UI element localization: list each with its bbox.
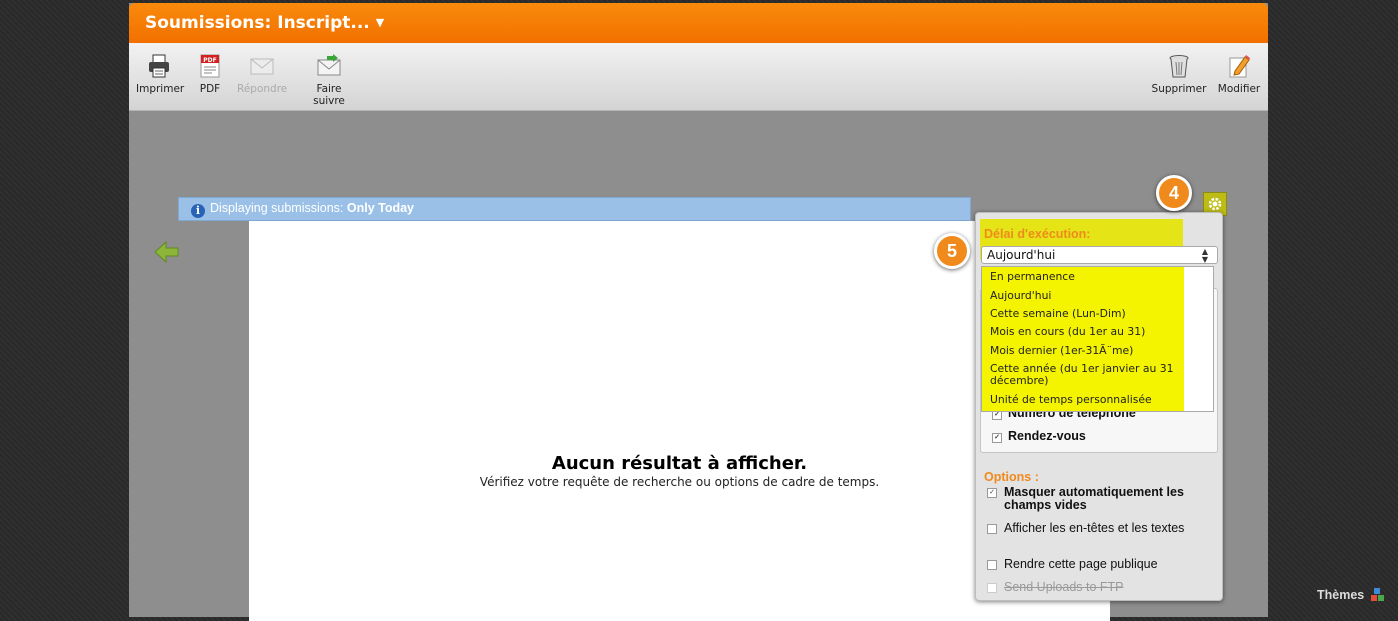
option-label: Rendre cette page publique	[1004, 557, 1158, 571]
timeframe-option[interactable]: Unité de temps personnalisée	[990, 394, 1190, 406]
timeframe-option[interactable]: Mois dernier (1er-31Ã¨me)	[990, 345, 1190, 357]
column-item[interactable]: ✓ Rendez-vous	[992, 429, 1086, 443]
themes-link[interactable]: Thèmes	[1317, 588, 1364, 602]
timeframe-option[interactable]: En permanence	[990, 271, 1190, 283]
print-button[interactable]: Imprimer	[136, 53, 185, 95]
printer-icon	[149, 54, 169, 78]
title-bar: Soumissions: Inscript... ▼	[129, 3, 1268, 43]
forward-label: Faire suivre	[313, 83, 345, 107]
timeframe-option[interactable]: Cette année (du 1er janvier au 31 décemb…	[990, 363, 1180, 387]
banner-prefix: Displaying submissions:	[210, 201, 344, 215]
option-item[interactable]: Afficher les en-têtes et les textes	[987, 522, 1207, 535]
option-item[interactable]: ✓ Masquer automatiquement les champs vide…	[987, 486, 1207, 512]
svg-text:PDF: PDF	[203, 57, 216, 64]
color-blocks-icon[interactable]	[1370, 587, 1386, 603]
pencil-edit-icon	[1229, 55, 1250, 78]
step-badge: 5	[934, 233, 970, 269]
select-arrows-icon: ▲ ▼	[1201, 247, 1208, 264]
toolbar: Imprimer PDF PDF Répondre Faire suivre S…	[129, 43, 1268, 111]
option-label: Masquer automatiquement les champs vides	[1004, 485, 1184, 512]
timeframe-select[interactable]: Aujourd'hui ▲ ▼	[981, 246, 1218, 264]
banner-value: Only Today	[346, 201, 415, 215]
option-item: Send Uploads to FTP	[987, 581, 1207, 594]
edit-label: Modifier	[1217, 83, 1261, 95]
reply-button[interactable]: Répondre	[237, 53, 287, 95]
checkbox[interactable]: ✓	[992, 433, 1002, 443]
print-label: Imprimer	[136, 83, 185, 95]
option-label: Send Uploads to FTP	[1004, 580, 1124, 594]
envelope-forward-icon	[317, 54, 341, 76]
timeframe-option[interactable]: Cette semaine (Lun-Dim)	[990, 308, 1190, 320]
option-item[interactable]: Rendre cette page publique	[987, 558, 1207, 571]
options-label: Options :	[984, 470, 1039, 484]
pdf-button[interactable]: PDF PDF	[195, 53, 225, 95]
timeframe-option[interactable]: Mois en cours (du 1er au 31)	[990, 326, 1190, 338]
checkbox	[987, 583, 997, 593]
checkbox[interactable]: ✓	[987, 488, 997, 498]
checkbox[interactable]	[987, 560, 997, 570]
settings-panel: ✓ Numéro de téléphone ✓ Rendez-vous Délai …	[975, 212, 1223, 601]
filter-banner: i Displaying submissions: Only Today	[178, 197, 971, 221]
pdf-icon: PDF	[200, 54, 220, 78]
pdf-label: PDF	[199, 83, 221, 95]
envelope-icon	[250, 58, 274, 75]
submissions-window: Soumissions: Inscript... ▼ Imprimer PDF P…	[129, 3, 1268, 621]
forward-button[interactable]: Faire suivre	[299, 53, 359, 107]
reply-label: Répondre	[237, 83, 288, 95]
info-icon: i	[191, 204, 205, 218]
checkbox[interactable]	[987, 524, 997, 534]
chevron-down-icon[interactable]: ▼	[376, 16, 384, 29]
option-label: Afficher les en-têtes et les textes	[1004, 521, 1185, 535]
timeframe-value: Aujourd'hui	[987, 248, 1056, 262]
delete-label: Supprimer	[1151, 83, 1207, 95]
delete-button[interactable]: Supprimer	[1151, 53, 1207, 95]
edit-button[interactable]: Modifier	[1216, 53, 1262, 95]
trash-icon	[1169, 55, 1189, 78]
back-arrow-icon[interactable]	[154, 240, 180, 264]
column-label: Rendez-vous	[1008, 429, 1086, 443]
timeframe-option[interactable]: Aujourd'hui	[990, 290, 1190, 302]
form-title[interactable]: Soumissions: Inscript...	[145, 13, 370, 33]
step-badge: 4	[1156, 175, 1192, 211]
timeframe-dropdown: En permanence Aujourd'hui Cette semaine …	[981, 266, 1214, 412]
timeframe-label: Délai d'exécution:	[984, 227, 1091, 241]
